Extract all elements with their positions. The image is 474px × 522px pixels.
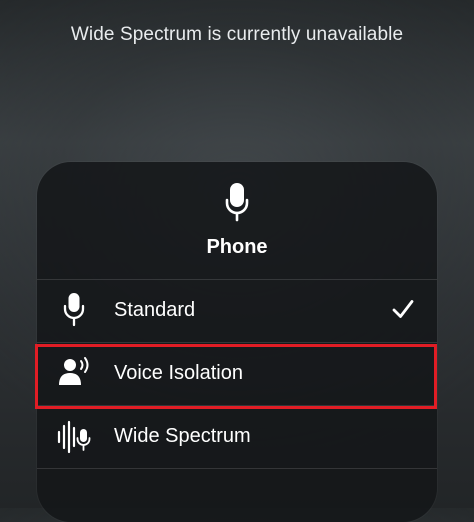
checkmark-icon <box>392 300 414 318</box>
divider <box>37 468 437 469</box>
microphone-icon <box>63 293 85 327</box>
wide-spectrum-icon <box>57 420 91 454</box>
person-voice-icon <box>59 357 89 385</box>
option-voice-isolation[interactable]: Voice Isolation <box>37 343 437 405</box>
option-label: Voice Isolation <box>114 362 243 384</box>
microphone-icon <box>225 183 249 222</box>
option-label: Wide Spectrum <box>114 425 251 447</box>
panel-header: Phone <box>37 162 437 279</box>
option-standard[interactable]: Standard <box>37 280 437 342</box>
option-wide-spectrum[interactable]: Wide Spectrum <box>37 406 437 468</box>
mic-mode-panel: Phone Standard Voice Isolation Wide Spec… <box>37 162 437 522</box>
option-label: Standard <box>114 299 196 321</box>
panel-title: Phone <box>206 236 268 258</box>
unavailable-notice: Wide Spectrum is currently unavailable <box>70 24 404 45</box>
